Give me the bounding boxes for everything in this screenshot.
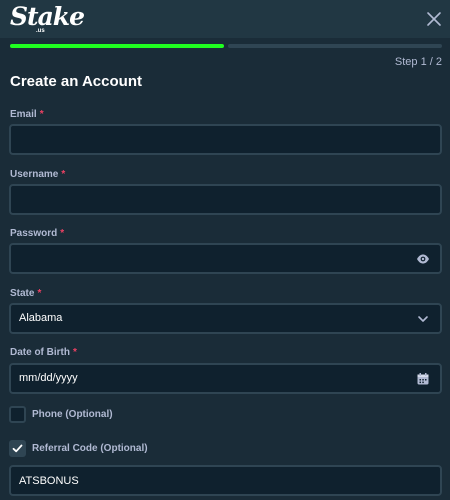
state-label-text: State [10, 288, 35, 299]
state-value: Alabama [19, 312, 63, 324]
referral-code-input[interactable] [11, 467, 440, 494]
stake-logo: Stake [10, 2, 85, 31]
password-field[interactable] [9, 243, 442, 274]
referral-checkbox-label: Referral Code (Optional) [32, 443, 148, 454]
chevron-down-icon [418, 316, 428, 322]
dob-label: Date of Birth * [10, 347, 77, 358]
phone-checkbox-label: Phone (Optional) [32, 409, 113, 420]
required-marker: * [39, 109, 44, 120]
email-label: Email * [10, 109, 44, 120]
required-marker: * [37, 288, 42, 299]
required-marker: * [61, 169, 66, 180]
password-label: Password * [10, 228, 64, 239]
dob-field[interactable]: mm/dd/yyyy [9, 363, 442, 394]
stake-logo-suffix: .us [36, 28, 45, 34]
required-marker: * [60, 228, 65, 239]
email-field[interactable] [9, 124, 442, 155]
progress-step-1 [10, 44, 224, 48]
state-select[interactable]: Alabama [9, 303, 442, 334]
close-button[interactable] [424, 9, 444, 29]
email-label-text: Email [10, 109, 37, 120]
referral-code-field[interactable] [9, 465, 442, 496]
password-label-text: Password [10, 228, 58, 239]
progress-step-2 [228, 44, 442, 48]
checkmark-icon [12, 444, 23, 453]
password-input[interactable] [11, 245, 440, 272]
step-indicator: Step 1 / 2 [394, 56, 442, 68]
state-label: State * [10, 288, 41, 299]
dob-label-text: Date of Birth [10, 347, 70, 358]
required-marker: * [73, 347, 77, 358]
referral-checkbox[interactable] [9, 440, 26, 457]
page-title: Create an Account [10, 73, 142, 90]
username-field[interactable] [9, 184, 442, 215]
eye-icon[interactable] [416, 252, 430, 266]
phone-checkbox[interactable] [9, 406, 26, 423]
dob-placeholder: mm/dd/yyyy [19, 372, 78, 384]
top-bar: Stake .us [0, 0, 450, 38]
close-icon [427, 12, 441, 26]
calendar-icon[interactable] [416, 372, 430, 386]
email-input[interactable] [11, 126, 440, 153]
username-label: Username * [10, 169, 65, 180]
username-input[interactable] [11, 186, 440, 213]
username-label-text: Username [10, 169, 59, 180]
